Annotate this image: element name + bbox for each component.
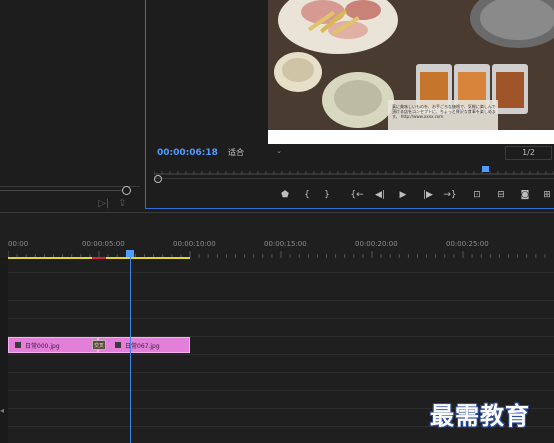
mark-in-icon[interactable]: { bbox=[300, 189, 314, 201]
panel-separator bbox=[0, 212, 554, 213]
ruler-label: 00:00:20:00 bbox=[355, 240, 398, 248]
track-divider bbox=[8, 390, 554, 391]
timeline-clip[interactable]: 日常067.jpg bbox=[98, 337, 190, 353]
track-divider bbox=[8, 372, 554, 373]
track-divider bbox=[8, 300, 554, 301]
resolution-select[interactable]: 1/2 bbox=[505, 146, 552, 160]
monitor-mini-ruler[interactable] bbox=[154, 166, 554, 175]
go-to-in-icon[interactable]: {← bbox=[350, 189, 364, 201]
timeline-playhead-handle[interactable] bbox=[126, 250, 134, 257]
play-icon[interactable]: ▶ bbox=[396, 189, 410, 201]
program-video-frame: 真に美味しいものを、お手ごろな価格で、気軽に楽しんで頂ける店をコンセプトに、ちょ… bbox=[268, 0, 554, 144]
ruler-label: 00:00:05:00 bbox=[82, 240, 125, 248]
insert-icon[interactable]: ▷| bbox=[98, 198, 109, 209]
timeline-clip[interactable]: 日常000.jpg bbox=[8, 337, 98, 353]
monitor-scrub-track[interactable] bbox=[154, 178, 554, 179]
add-marker-icon[interactable]: ⬟ bbox=[278, 189, 292, 201]
panel-divider bbox=[0, 186, 140, 187]
watermark: 最需教育 bbox=[430, 402, 530, 430]
track-divider bbox=[8, 354, 554, 355]
zoom-slider-track[interactable] bbox=[0, 190, 126, 191]
clip-fx-icon bbox=[115, 342, 121, 348]
zoom-slider-handle[interactable] bbox=[122, 186, 131, 195]
track-header-strip bbox=[0, 258, 8, 443]
monitor-playhead[interactable] bbox=[482, 166, 489, 172]
fit-dropdown[interactable]: 适合 ⌄ bbox=[228, 147, 282, 158]
export-icon[interactable]: ⇪ bbox=[118, 198, 126, 209]
video-frame-image bbox=[268, 0, 554, 144]
transition-block[interactable]: 交叉 bbox=[92, 340, 106, 350]
track-divider bbox=[8, 318, 554, 319]
collapse-arrow-icon[interactable]: ◂ bbox=[0, 406, 4, 415]
playhead-timecode[interactable]: 00:00:06:18 bbox=[157, 148, 218, 158]
fit-dropdown-value: 适合 bbox=[228, 148, 244, 157]
ruler-label: 00:00 bbox=[8, 240, 29, 248]
extract-icon[interactable]: ⊟ bbox=[494, 189, 508, 201]
export-frame-icon[interactable]: ◙ bbox=[518, 189, 532, 201]
ruler-label: 00:00:15:00 bbox=[264, 240, 307, 248]
step-forward-icon[interactable]: |▶ bbox=[421, 189, 435, 201]
lift-icon[interactable]: ⊡ bbox=[470, 189, 484, 201]
video-caption: 真に美味しいものを、お手ごろな価格で、気軽に楽しんで頂ける店をコンセプトに、ちょ… bbox=[392, 104, 496, 119]
monitor-zoom-knob[interactable] bbox=[154, 175, 162, 183]
ruler-label: 00:00:25:00 bbox=[446, 240, 489, 248]
transition-label: 交叉 bbox=[94, 343, 105, 349]
step-back-icon[interactable]: ◀| bbox=[373, 189, 387, 201]
go-to-out-icon[interactable]: →} bbox=[443, 189, 457, 201]
ruler-label: 00:00:10:00 bbox=[173, 240, 216, 248]
chevron-down-icon: ⌄ bbox=[276, 147, 282, 155]
button-editor-icon[interactable]: ⊞ bbox=[540, 189, 554, 201]
clip-label: 日常000.jpg bbox=[25, 343, 60, 350]
timeline-playhead-line[interactable] bbox=[130, 257, 131, 443]
source-panel: ▷| ⇪ bbox=[0, 0, 140, 210]
track-divider bbox=[8, 272, 554, 273]
clip-fx-icon bbox=[15, 342, 21, 348]
mark-out-icon[interactable]: } bbox=[320, 189, 334, 201]
render-bar-red bbox=[92, 257, 106, 259]
